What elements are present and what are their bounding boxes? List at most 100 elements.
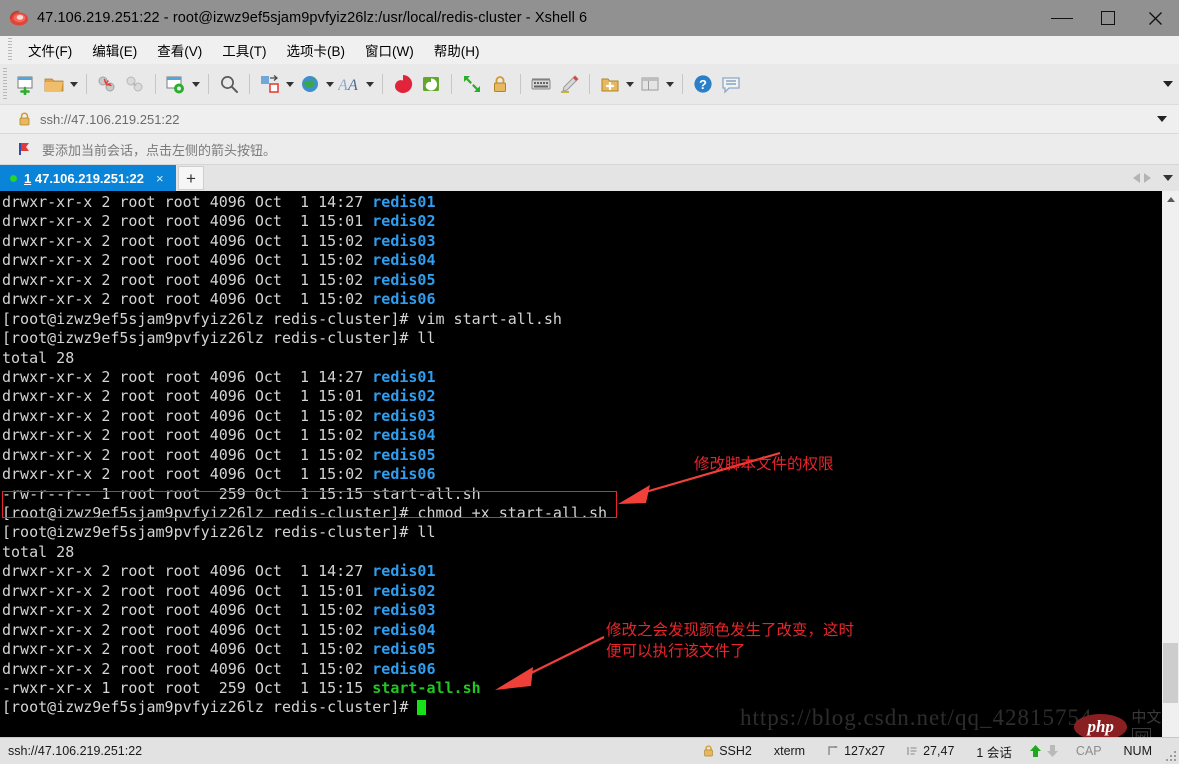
- fullscreen-icon[interactable]: [458, 70, 486, 98]
- resize-grip[interactable]: [1163, 738, 1179, 764]
- window-title: 47.106.219.251:22 - root@izwz9ef5sjam9pv…: [37, 10, 588, 26]
- font-icon[interactable]: A A: [336, 70, 364, 98]
- close-button[interactable]: [1131, 0, 1179, 36]
- session-properties-icon[interactable]: [162, 70, 190, 98]
- menu-window[interactable]: 窗口(W): [356, 37, 423, 63]
- terminal-line: drwxr-xr-x 2 root root 4096 Oct 1 14:27 …: [2, 368, 1161, 387]
- scrollbar-up-arrow-icon[interactable]: [1162, 191, 1179, 208]
- terminal-text: [root@izwz9ef5sjam9pvfyiz26lz redis-clus…: [2, 698, 418, 717]
- address-dropdown-icon[interactable]: [1157, 105, 1167, 133]
- globe-icon[interactable]: [296, 70, 324, 98]
- terminal-cursor: [417, 700, 427, 716]
- terminal-area: drwxr-xr-x 2 root root 4096 Oct 1 14:27 …: [0, 191, 1179, 737]
- terminal-text: drwxr-xr-x 2 root root 4096 Oct 1 15:01: [2, 581, 373, 600]
- terminal-text: drwxr-xr-x 2 root root 4096 Oct 1 15:01: [2, 212, 373, 231]
- comment-icon[interactable]: [717, 70, 745, 98]
- directory-name: redis02: [372, 387, 436, 406]
- terminal-text: drwxr-xr-x 2 root root 4096 Oct 1 15:02: [2, 465, 373, 484]
- reconnect-icon[interactable]: [121, 70, 149, 98]
- menu-view[interactable]: 查看(V): [148, 37, 211, 63]
- transfer-icon[interactable]: [256, 70, 284, 98]
- layout-dropdown-icon[interactable]: [664, 71, 676, 97]
- layout-icon[interactable]: [636, 70, 664, 98]
- tab-close-icon[interactable]: ×: [156, 172, 164, 185]
- status-size-label: 127x27: [844, 744, 886, 758]
- tab-scroll-right-icon[interactable]: [1144, 173, 1151, 183]
- add-note-icon[interactable]: [596, 70, 624, 98]
- toolbar-separator: [382, 74, 383, 94]
- terminal-line: drwxr-xr-x 2 root root 4096 Oct 1 15:01 …: [2, 212, 1161, 231]
- terminal-text: -rwxr-xr-x 1 root root 259 Oct 1 15:15: [2, 678, 373, 697]
- directory-name: redis01: [372, 193, 436, 211]
- terminal-line: [root@izwz9ef5sjam9pvfyiz26lz redis-clus…: [2, 329, 1161, 348]
- toolbar-overflow-icon[interactable]: [1163, 64, 1173, 104]
- window-controls: [1039, 0, 1179, 36]
- menu-file-label: 文件(F): [28, 44, 73, 59]
- red-flag-icon: [17, 141, 33, 157]
- svg-text:A: A: [347, 77, 358, 94]
- status-bar: ssh://47.106.219.251:22 SSH2 xterm 127x2…: [0, 737, 1179, 764]
- terminal-text: drwxr-xr-x 2 root root 4096 Oct 1 14:27: [2, 193, 373, 211]
- directory-name: redis03: [372, 231, 436, 250]
- watermark-cn-label: 中文: [1131, 708, 1162, 726]
- keyboard-icon[interactable]: [527, 70, 555, 98]
- lock-icon[interactable]: [486, 70, 514, 98]
- disconnect-icon[interactable]: [93, 70, 121, 98]
- terminal-text: [root@izwz9ef5sjam9pvfyiz26lz redis-clus…: [2, 523, 436, 542]
- file-transfer-icon[interactable]: [417, 70, 445, 98]
- scrollbar-thumb[interactable]: [1163, 643, 1178, 703]
- menu-tools-label: 工具(T): [222, 44, 267, 59]
- maximize-button[interactable]: [1085, 0, 1131, 36]
- find-icon[interactable]: [215, 70, 243, 98]
- transfer-dropdown-icon[interactable]: [284, 71, 296, 97]
- sftp-icon[interactable]: [389, 70, 417, 98]
- download-arrow-icon: [1046, 744, 1059, 758]
- open-folder-dropdown-icon[interactable]: [68, 71, 80, 97]
- tab-session-1[interactable]: 1 47.106.219.251:22 ×: [0, 165, 176, 191]
- menubar-grip[interactable]: [8, 38, 12, 62]
- add-note-dropdown-icon[interactable]: [624, 71, 636, 97]
- toolbar: A A ?: [0, 64, 1179, 105]
- terminal-text: drwxr-xr-x 2 root root 4096 Oct 1 15:02: [2, 270, 373, 289]
- toolbar-separator: [682, 74, 683, 94]
- open-folder-icon[interactable]: [40, 70, 68, 98]
- terminal-text: drwxr-xr-x 2 root root 4096 Oct 1 15:01: [2, 387, 373, 406]
- font-dropdown-icon[interactable]: [364, 71, 376, 97]
- tab-menu-icon[interactable]: [1163, 175, 1173, 181]
- terminal-line: drwxr-xr-x 2 root root 4096 Oct 1 15:02 …: [2, 232, 1161, 251]
- address-input[interactable]: ssh://47.106.219.251:22: [40, 112, 180, 127]
- menu-window-label: 窗口(W): [365, 44, 414, 59]
- tab-status-dot: [10, 174, 17, 182]
- new-tab-button[interactable]: +: [178, 166, 204, 190]
- executable-name: start-all.sh: [372, 678, 481, 697]
- terminal-text: [root@izwz9ef5sjam9pvfyiz26lz redis-clus…: [2, 504, 608, 522]
- menu-tabs[interactable]: 选项卡(B): [278, 37, 355, 63]
- directory-name: redis06: [372, 465, 436, 484]
- new-session-icon[interactable]: [12, 70, 40, 98]
- terminal-text: drwxr-xr-x 2 root root 4096 Oct 1 15:02: [2, 406, 373, 425]
- directory-name: redis01: [372, 367, 436, 386]
- toolbar-separator: [86, 74, 87, 94]
- lock-icon: [18, 112, 31, 126]
- menu-help[interactable]: 帮助(H): [425, 37, 489, 63]
- terminal-text: drwxr-xr-x 2 root root 4096 Oct 1 15:02: [2, 251, 373, 270]
- session-properties-dropdown-icon[interactable]: [190, 71, 202, 97]
- status-cursor: 27,47: [896, 744, 965, 758]
- directory-name: redis04: [372, 620, 436, 639]
- highlight-icon[interactable]: [555, 70, 583, 98]
- terminal-scrollbar[interactable]: [1161, 191, 1179, 737]
- globe-dropdown-icon[interactable]: [324, 71, 336, 97]
- menu-edit[interactable]: 编辑(E): [83, 37, 146, 63]
- terminal-line: drwxr-xr-x 2 root root 4096 Oct 1 15:02 …: [2, 426, 1161, 445]
- toolbar-grip[interactable]: [3, 68, 7, 100]
- menu-file[interactable]: 文件(F): [19, 37, 81, 63]
- toolbar-separator: [589, 74, 590, 94]
- terminal-line: drwxr-xr-x 2 root root 4096 Oct 1 14:27 …: [2, 562, 1161, 581]
- terminal-line: drwxr-xr-x 2 root root 4096 Oct 1 15:02 …: [2, 446, 1161, 465]
- minimize-button[interactable]: [1039, 0, 1085, 36]
- menu-tools[interactable]: 工具(T): [213, 37, 275, 63]
- address-bar[interactable]: ssh://47.106.219.251:22: [0, 105, 1179, 134]
- help-icon[interactable]: ?: [689, 70, 717, 98]
- directory-name: redis04: [372, 426, 436, 445]
- tab-scroll-left-icon[interactable]: [1133, 173, 1140, 183]
